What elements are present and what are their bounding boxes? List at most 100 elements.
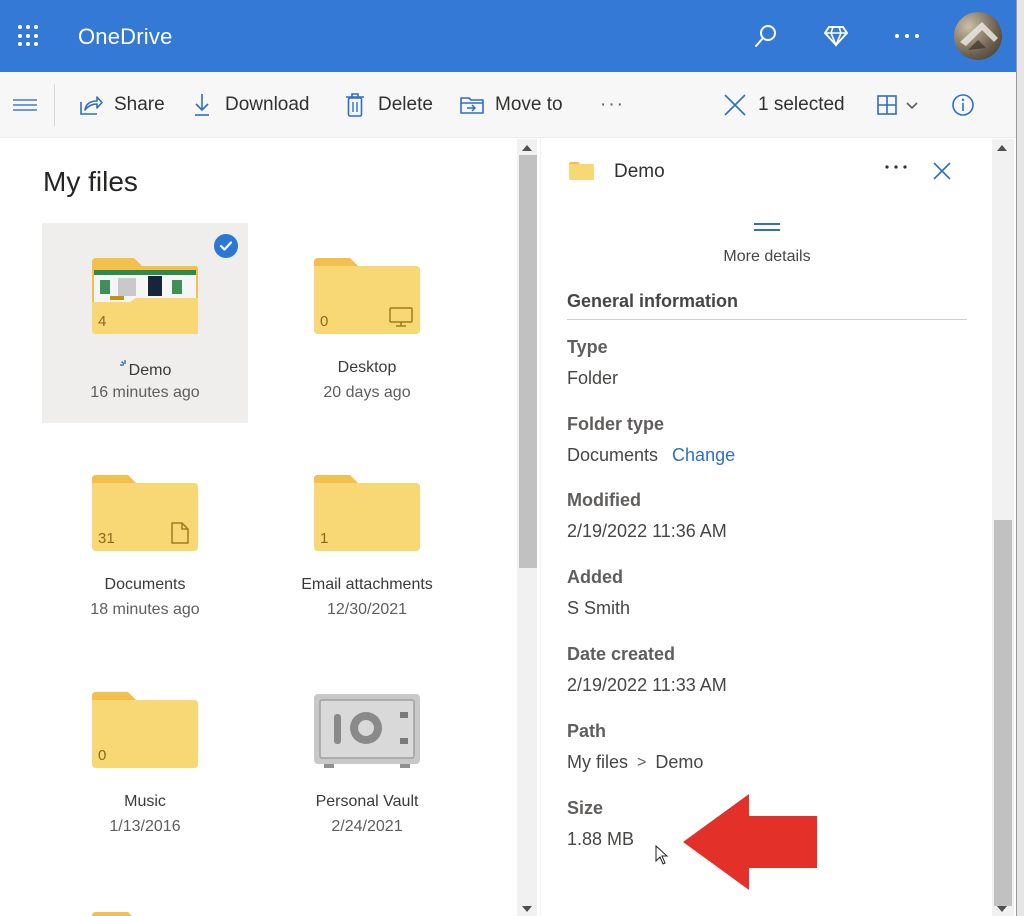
vault-safe-icon (312, 690, 422, 770)
file-date: 16 minutes ago (90, 384, 200, 401)
path-root-link[interactable]: My files (567, 752, 628, 773)
file-date: 12/30/2021 (326, 601, 408, 618)
prop-value: 2/19/2022 11:36 AM (567, 521, 727, 541)
files-scrollbar-thumb[interactable] (519, 155, 537, 568)
prop-label: Modified (567, 490, 641, 510)
path-leaf: Demo (655, 752, 704, 772)
file-name[interactable]: Music (42, 793, 248, 811)
download-button[interactable]: Download (189, 90, 310, 120)
item-count: 4 (98, 313, 107, 330)
file-tile-email-attachments[interactable]: 1 Email attachments 12/30/2021 (264, 440, 470, 640)
page-title: My files (43, 166, 138, 197)
prop-modified: Modified 2/19/2022 11:36 AM (567, 490, 727, 542)
grid-view-icon (874, 92, 900, 118)
share-button[interactable]: Share (78, 90, 165, 120)
file-name-text: Demo (128, 362, 172, 379)
scroll-up-arrow-icon[interactable] (522, 145, 532, 151)
prop-value: 1.88 MB (567, 829, 635, 849)
breadcrumb-chevron-icon: > (637, 753, 647, 771)
prop-label: Size (567, 798, 604, 818)
red-annotation-arrow (683, 794, 817, 890)
prop-label: Added (567, 567, 623, 587)
partial-folder-icon (90, 907, 200, 916)
prop-label: Folder type (567, 414, 665, 434)
details-more-button[interactable] (884, 153, 908, 176)
prop-path: Path My files > Demo (567, 721, 703, 773)
move-to-folder-icon (459, 92, 485, 118)
file-tile-demo[interactable]: 4 Demo 16 minutes ago (42, 223, 248, 423)
scroll-down-arrow-icon[interactable] (522, 906, 532, 912)
suite-bar: OneDrive (0, 0, 1016, 72)
details-title: Demo (614, 161, 665, 182)
move-to-button[interactable]: Move to (459, 90, 563, 120)
prop-size: Size 1.88 MB (567, 798, 634, 850)
prop-type: Type Folder (567, 337, 618, 389)
folder-type-value: Documents (567, 445, 659, 465)
window-edge (1016, 0, 1024, 916)
selection-count: 1 selected (758, 94, 845, 115)
change-folder-type-link[interactable]: Change (672, 445, 735, 466)
file-date: 1/13/2016 (109, 818, 181, 835)
file-name[interactable]: Personal Vault (264, 793, 470, 811)
view-options-button[interactable] (874, 90, 918, 120)
more-options-icon[interactable] (893, 22, 921, 50)
folder-icon: 31 (90, 473, 200, 553)
folder-icon: 0 (312, 256, 422, 336)
more-commands-button[interactable]: ··· (600, 90, 625, 120)
download-icon (189, 92, 215, 118)
prop-label: Type (567, 337, 608, 357)
file-date: 2/24/2021 (331, 818, 403, 835)
path-breadcrumb: My files > Demo (567, 752, 703, 773)
file-tile-personal-vault[interactable]: Personal Vault 2/24/2021 (264, 657, 470, 857)
share-label: Share (114, 94, 165, 115)
nav-menu-hamburger-icon[interactable] (12, 94, 38, 116)
files-pane: My files 4 Demo 16 minutes ago 0 Desktop… (0, 139, 516, 916)
file-name[interactable]: Email attachments (264, 576, 470, 594)
file-tile-desktop[interactable]: 0 Desktop 20 days ago (264, 223, 470, 423)
trash-icon (342, 92, 368, 118)
info-icon (950, 92, 976, 118)
file-tile-documents[interactable]: 31 Documents 18 minutes ago (42, 440, 248, 640)
app-launcher-waffle-icon[interactable] (18, 25, 40, 47)
prop-date-created: Date created 2/19/2022 11:33 AM (567, 644, 727, 696)
share-icon (78, 92, 104, 118)
files-scrollbar[interactable] (517, 139, 537, 916)
mouse-pointer-icon (655, 844, 669, 865)
selected-checkmark-icon[interactable] (214, 234, 238, 258)
file-name[interactable]: Demo (42, 359, 248, 380)
prop-value: S Smith (567, 598, 631, 618)
scroll-up-arrow-icon[interactable] (997, 145, 1007, 151)
folder-icon: 1 (312, 473, 422, 553)
close-details-icon[interactable] (931, 160, 953, 182)
item-count: 31 (98, 530, 115, 547)
folder-icon (568, 161, 595, 181)
delete-button[interactable]: Delete (342, 90, 433, 120)
section-divider (567, 319, 967, 320)
prop-value: Folder (567, 368, 619, 388)
file-tile-music[interactable]: 0 Music 1/13/2016 (42, 657, 248, 857)
search-icon[interactable] (752, 22, 780, 50)
info-pane-button[interactable] (950, 90, 986, 120)
details-scrollbar[interactable] (992, 139, 1014, 916)
file-name[interactable]: Desktop (264, 359, 470, 377)
details-scrollbar-thumb[interactable] (994, 520, 1012, 906)
command-bar: Share Download Delete Move to ··· 1 sele… (0, 72, 1016, 138)
folder-preview-icon: 4 (90, 256, 200, 336)
prop-added: Added S Smith (567, 567, 630, 619)
more-details-toggle[interactable]: More details (541, 248, 993, 266)
prop-label: Path (567, 721, 607, 741)
prop-value: 2/19/2022 11:33 AM (567, 675, 727, 695)
move-to-label: Move to (495, 94, 563, 115)
premium-diamond-icon[interactable] (822, 22, 850, 50)
command-bar-divider (54, 84, 55, 126)
clear-selection-button[interactable]: 1 selected (722, 90, 845, 120)
chevron-down-icon (906, 94, 918, 116)
close-icon (722, 92, 748, 118)
avatar[interactable] (954, 12, 1002, 60)
drag-handle-icon[interactable] (754, 223, 780, 231)
app-title[interactable]: OneDrive (78, 24, 173, 50)
item-count: 0 (320, 313, 329, 330)
scroll-down-arrow-icon[interactable] (997, 906, 1007, 912)
item-count: 1 (320, 530, 329, 547)
file-name[interactable]: Documents (42, 576, 248, 594)
